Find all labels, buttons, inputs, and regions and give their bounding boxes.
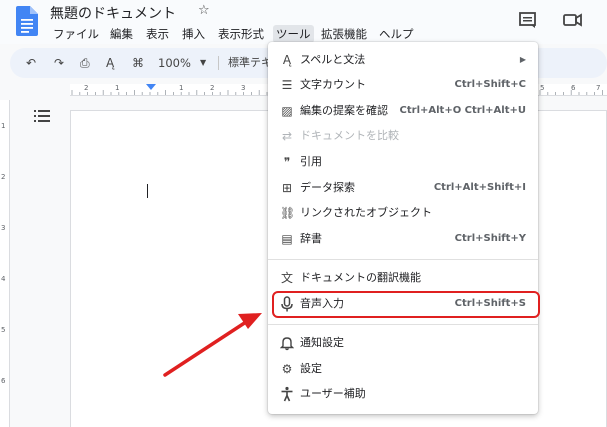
menu-insert[interactable]: 挿入 bbox=[179, 25, 208, 43]
menu-item-label: データ探索 bbox=[300, 181, 355, 194]
menu-item-compare-documents[interactable]: ⇄ ドキュメントを比較 bbox=[268, 124, 538, 149]
menu-item-word-count[interactable]: ☰ 文字カウント Ctrl+Shift+C bbox=[268, 73, 538, 98]
translate-icon: 文 bbox=[280, 271, 293, 285]
word-count-icon: ☰ bbox=[281, 78, 293, 92]
redo-icon[interactable]: ↷ bbox=[54, 54, 64, 72]
menu-divider bbox=[268, 259, 538, 260]
menu-extensions[interactable]: 拡張機能 bbox=[318, 25, 370, 43]
menu-item-label: ドキュメントを比較 bbox=[300, 129, 399, 142]
toolbar-divider bbox=[218, 56, 219, 70]
menu-item-linked-objects[interactable]: ⛓ リンクされたオブジェクト bbox=[268, 201, 538, 226]
submenu-arrow-icon: ▶ bbox=[519, 55, 526, 64]
menu-item-dictionary[interactable]: ▤ 辞書 Ctrl+Shift+Y bbox=[268, 227, 538, 252]
document-outline-icon[interactable] bbox=[34, 109, 50, 123]
menu-item-translate[interactable]: 文 ドキュメントの翻訳機能 bbox=[268, 266, 538, 291]
chevron-down-icon[interactable]: ▼ bbox=[200, 54, 206, 72]
menu-edit[interactable]: 編集 bbox=[107, 25, 136, 43]
ruler-number: 6 bbox=[571, 84, 576, 92]
menu-item-label: 引用 bbox=[300, 155, 322, 168]
zoom-select[interactable]: 100% bbox=[158, 54, 191, 72]
menu-item-shortcut: Ctrl+Alt+Shift+I bbox=[433, 182, 526, 193]
annotation-highlight-box bbox=[272, 291, 540, 318]
accessibility-icon bbox=[280, 386, 294, 402]
menu-item-label: リンクされたオブジェクト bbox=[300, 206, 432, 219]
vruler-number: 1 bbox=[1, 122, 6, 130]
menu-item-label: 編集の提案を確認 bbox=[300, 104, 388, 117]
paint-format-icon[interactable]: ⌘ bbox=[132, 54, 144, 72]
menu-file[interactable]: ファイル bbox=[50, 25, 102, 43]
menu-format[interactable]: 表示形式 bbox=[215, 25, 267, 43]
menu-item-label: ドキュメントの翻訳機能 bbox=[300, 271, 421, 284]
vruler-number: 5 bbox=[1, 326, 6, 334]
menu-item-label: 文字カウント bbox=[300, 78, 366, 91]
menu-item-shortcut: Ctrl+Shift+C bbox=[454, 79, 526, 90]
menu-item-shortcut: Ctrl+Alt+O Ctrl+Alt+U bbox=[399, 105, 526, 116]
app-header: 無題のドキュメント ☆ ファイル 編集 表示 挿入 表示形式 ツール 拡張機能 … bbox=[0, 0, 607, 44]
tools-menu: Ą スペルと文法 ▶ ☰ 文字カウント Ctrl+Shift+C ▨ 編集の提案… bbox=[268, 42, 538, 414]
menu-divider bbox=[268, 324, 538, 325]
menu-item-label: ユーザー補助 bbox=[300, 387, 366, 400]
menu-item-notification-settings[interactable]: 通知設定 bbox=[268, 331, 538, 356]
review-suggestions-icon: ▨ bbox=[281, 104, 293, 118]
menu-item-preferences[interactable]: ⚙ 設定 bbox=[268, 357, 538, 382]
explore-icon: ⊞ bbox=[281, 181, 293, 195]
ruler-number: 2 bbox=[210, 84, 215, 92]
text-cursor bbox=[147, 184, 148, 198]
indent-marker[interactable] bbox=[146, 84, 156, 90]
vruler-number: 3 bbox=[1, 224, 6, 232]
preferences-icon: ⚙ bbox=[281, 362, 293, 376]
style-select[interactable]: 標準テキ bbox=[228, 54, 272, 72]
dictionary-icon: ▤ bbox=[281, 232, 293, 246]
menu-item-accessibility[interactable]: ユーザー補助 bbox=[268, 382, 538, 407]
menu-item-label: 通知設定 bbox=[300, 336, 344, 349]
vruler-number: 4 bbox=[1, 275, 6, 283]
menu-item-shortcut: Ctrl+Shift+Y bbox=[454, 233, 526, 244]
menu-help[interactable]: ヘルプ bbox=[376, 25, 417, 43]
linked-objects-icon: ⛓ bbox=[280, 206, 296, 220]
menu-item-review-suggestions[interactable]: ▨ 編集の提案を確認 Ctrl+Alt+O Ctrl+Alt+U bbox=[268, 99, 538, 124]
menu-view[interactable]: 表示 bbox=[143, 25, 172, 43]
undo-icon[interactable]: ↶ bbox=[26, 54, 36, 72]
spellcheck-icon[interactable]: Ą bbox=[106, 54, 114, 72]
ruler-number: 2 bbox=[84, 84, 89, 92]
ruler-number: 5 bbox=[540, 84, 545, 92]
menu-item-explore[interactable]: ⊞ データ探索 Ctrl+Alt+Shift+I bbox=[268, 176, 538, 201]
docs-logo-icon[interactable] bbox=[16, 6, 38, 36]
bell-icon bbox=[279, 335, 295, 351]
menu-item-citations[interactable]: ❞ 引用 bbox=[268, 150, 538, 175]
vruler-number: 6 bbox=[1, 377, 6, 385]
vertical-ruler[interactable]: 1 2 3 4 5 6 bbox=[0, 100, 10, 427]
citation-icon: ❞ bbox=[283, 155, 291, 169]
spellcheck-icon: Ą bbox=[282, 53, 292, 67]
meet-icon[interactable] bbox=[562, 9, 584, 31]
ruler-number: 7 bbox=[596, 84, 601, 92]
compare-icon: ⇄ bbox=[281, 129, 293, 143]
ruler-number: 1 bbox=[115, 84, 120, 92]
print-icon[interactable]: ⎙ bbox=[80, 54, 90, 72]
menu-item-label: スペルと文法 bbox=[300, 53, 366, 66]
star-icon[interactable]: ☆ bbox=[198, 3, 210, 18]
menu-tools[interactable]: ツール bbox=[273, 25, 314, 43]
vruler-number: 2 bbox=[1, 173, 6, 181]
ruler-number: 1 bbox=[179, 84, 184, 92]
menu-item-spelling[interactable]: Ą スペルと文法 ▶ bbox=[268, 48, 538, 73]
document-title[interactable]: 無題のドキュメント bbox=[50, 3, 176, 23]
menu-item-label: 設定 bbox=[300, 362, 322, 375]
menu-item-label: 辞書 bbox=[300, 232, 322, 245]
ruler-number: 3 bbox=[241, 84, 246, 92]
comment-history-icon[interactable] bbox=[517, 9, 539, 31]
